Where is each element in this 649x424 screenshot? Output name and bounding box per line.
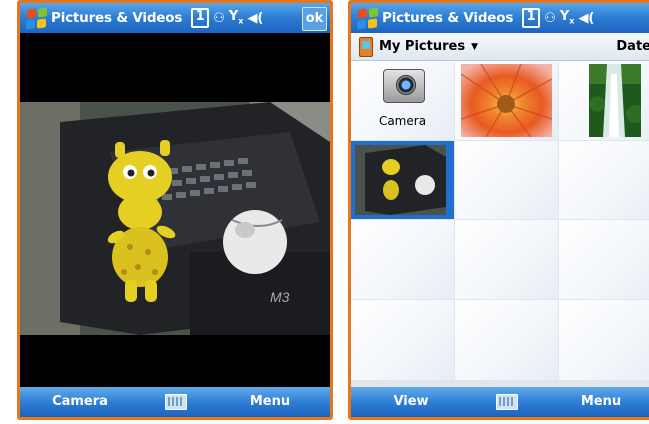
sim-indicator-icon[interactable]: 1 <box>522 8 541 28</box>
flower-thumbnail <box>461 64 552 137</box>
ok-button[interactable]: ok <box>302 7 327 31</box>
windows-start-icon[interactable] <box>23 6 49 30</box>
folder-bar: My Pictures ▼ Date <box>351 33 649 61</box>
softkey-menu[interactable]: Menu <box>541 387 649 417</box>
folder-dropdown[interactable]: My Pictures <box>379 39 465 54</box>
grid-cell-empty <box>559 141 649 219</box>
device-folder-icon <box>359 36 373 57</box>
softkey-camera[interactable]: Camera <box>20 387 140 417</box>
signal-off-icon[interactable]: Yx <box>560 10 575 26</box>
sim-indicator-icon[interactable]: 1 <box>191 8 210 28</box>
photo-view: M3 <box>20 102 330 335</box>
title-bar: Pictures & Videos 1 ⚇ Yx ◀( X <box>351 3 649 33</box>
grid-cell-empty <box>351 220 454 299</box>
grid-cell-photo-selected[interactable] <box>351 141 454 219</box>
status-icons: 1 ⚇ Yx ◀( <box>518 8 594 28</box>
grid-cell-empty <box>559 220 649 299</box>
softkey-bar: View Menu <box>351 387 649 417</box>
grid-cell-empty <box>455 300 558 380</box>
title-bar: Pictures & Videos 1 ⚇ Yx ◀( ok <box>20 3 330 33</box>
app-title: Pictures & Videos <box>51 10 183 26</box>
grid-cell-empty <box>455 220 558 299</box>
svg-text:M3: M3 <box>270 289 290 305</box>
thumbnail-grid: Camera <box>351 61 649 390</box>
giraffe-photo-image: M3 <box>20 102 330 335</box>
softkey-bar: Camera Menu <box>20 387 330 417</box>
softkey-menu[interactable]: Menu <box>210 387 330 417</box>
chevron-down-icon[interactable]: ▼ <box>471 42 478 52</box>
camera-label: Camera <box>378 114 427 128</box>
grid-cell-camera[interactable]: Camera <box>351 61 454 140</box>
keyboard-icon[interactable] <box>496 394 518 410</box>
sort-by-label[interactable]: Date <box>616 39 649 54</box>
camera-icon <box>383 69 425 103</box>
windows-start-icon[interactable] <box>354 6 380 30</box>
phone-right: Pictures & Videos 1 ⚇ Yx ◀( X My Picture… <box>348 0 649 420</box>
status-icons: 1 ⚇ Yx ◀( <box>187 8 263 28</box>
giraffe-thumbnail <box>355 145 446 215</box>
connectivity-icon[interactable]: ⚇ <box>544 12 556 25</box>
signal-off-icon[interactable]: Yx <box>229 10 244 26</box>
grid-cell-waterfall[interactable] <box>559 61 649 140</box>
softkey-view[interactable]: View <box>351 387 471 417</box>
volume-icon[interactable]: ◀( <box>247 12 263 25</box>
grid-cell-empty <box>559 300 649 380</box>
photo-viewer-screen: Pictures & Videos 1 ⚇ Yx ◀( ok M3 Camera… <box>20 3 330 417</box>
connectivity-icon[interactable]: ⚇ <box>213 12 225 25</box>
keyboard-icon[interactable] <box>165 394 187 410</box>
grid-cell-empty <box>351 300 454 380</box>
waterfall-thumbnail <box>589 64 641 137</box>
grid-cell-empty <box>455 141 558 219</box>
volume-icon[interactable]: ◀( <box>578 12 594 25</box>
app-title: Pictures & Videos <box>382 10 514 26</box>
grid-cell-flower[interactable] <box>455 61 558 140</box>
phone-left: Pictures & Videos 1 ⚇ Yx ◀( ok M3 Camera… <box>17 0 333 420</box>
picture-browser-screen: Pictures & Videos 1 ⚇ Yx ◀( X My Picture… <box>351 3 649 417</box>
